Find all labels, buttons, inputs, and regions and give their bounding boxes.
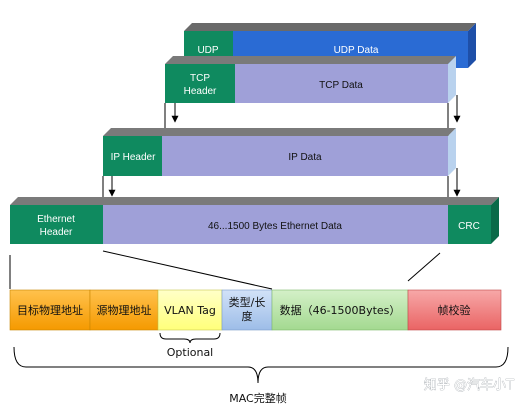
ip-data-label: IP Data: [288, 152, 322, 163]
tcp-bar-side: [448, 56, 456, 103]
field-type-length-label-line2: 度: [242, 309, 253, 323]
udp-data-label: UDP Data: [334, 45, 379, 56]
field-data-label: 数据（46-1500Bytes）: [280, 303, 401, 317]
tcp-header-label-line2: Header: [184, 86, 217, 97]
ethernet-layer: Ethernet Header 46...1500 Bytes Ethernet…: [10, 197, 499, 244]
ip-layer: IP Header IP Data: [103, 128, 456, 176]
tcp-header-label-line1: TCP: [190, 73, 210, 84]
field-dest-mac-label: 目标物理地址: [17, 303, 83, 317]
ip-header-label: IP Header: [111, 152, 157, 163]
frame-caption: MAC完整帧: [229, 391, 287, 405]
protocol-encapsulation-diagram: UDP UDP Data TCP Header TCP Data IP Head…: [9, 23, 514, 405]
tcp-bar-top: [165, 56, 456, 64]
udp-header-label: UDP: [197, 45, 218, 56]
eth-header-label-line2: Header: [40, 227, 73, 238]
optional-label: Optional: [167, 346, 214, 359]
watermark: 知乎 @汽车小T: [424, 377, 514, 393]
ip-bar-top: [103, 128, 456, 136]
field-fcs-label: 帧校验: [438, 303, 471, 317]
eth-header-label-line1: Ethernet: [37, 214, 75, 225]
eth-data-label: 46...1500 Bytes Ethernet Data: [208, 221, 342, 232]
expand-line-right: [407, 252, 441, 282]
mac-frame: 目标物理地址 源物理地址 VLAN Tag 类型/长 度 数据（46-1500B…: [9, 289, 502, 331]
tcp-data-label: TCP Data: [319, 80, 363, 91]
field-vlan-tag-label: VLAN Tag: [164, 304, 216, 317]
eth-crc-label: CRC: [458, 221, 480, 232]
ip-bar-side: [448, 128, 456, 176]
optional-brace: [159, 332, 221, 344]
eth-bar-top: [10, 197, 499, 205]
tcp-layer: TCP Header TCP Data: [165, 56, 456, 103]
eth-bar-side: [491, 197, 499, 244]
expand-line-mid: [102, 250, 273, 290]
udp-bar-top: [184, 23, 476, 31]
field-src-mac-label: 源物理地址: [97, 303, 152, 317]
field-type-length-label-line1: 类型/长: [229, 295, 266, 309]
